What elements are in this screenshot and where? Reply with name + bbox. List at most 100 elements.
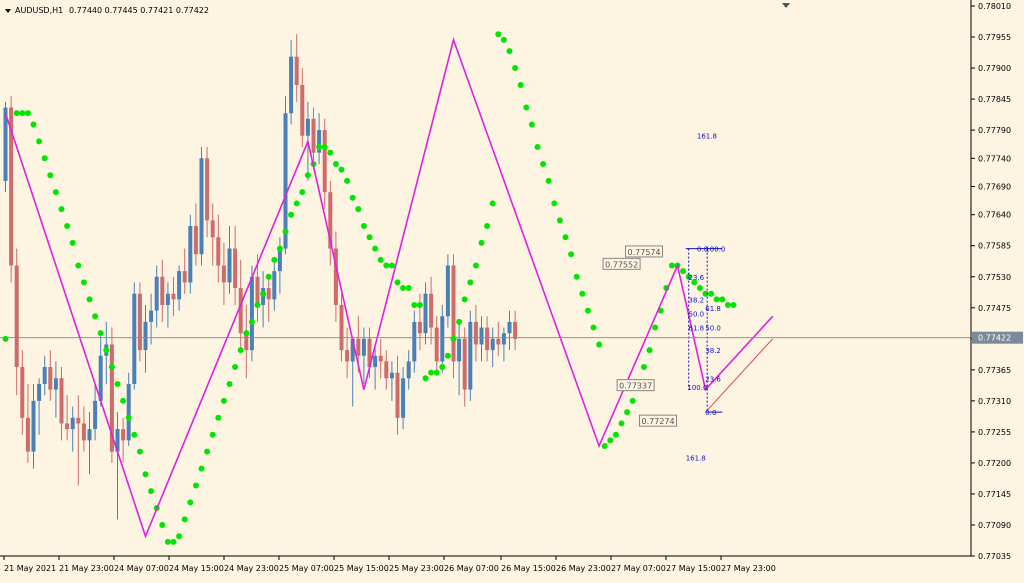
candle-body	[87, 429, 92, 441]
candle-body	[221, 265, 226, 283]
sar-dot	[299, 189, 306, 196]
sar-dot	[450, 335, 457, 342]
sar-dot	[120, 397, 127, 404]
sar-dot	[24, 110, 31, 117]
sar-dot	[41, 155, 48, 162]
sar-dot	[237, 347, 244, 354]
x-tick-label: 27 May 23:00	[721, 564, 776, 573]
candle-body	[462, 338, 467, 390]
sar-dot	[556, 217, 563, 224]
candle-body	[126, 383, 131, 441]
sar-dot	[215, 414, 222, 421]
y-tick-label: 0.77090	[978, 521, 1011, 530]
y-tick-label: 0.77035	[978, 552, 1011, 561]
sar-dot	[640, 364, 647, 371]
sar-dot	[629, 397, 636, 404]
candle-body	[272, 271, 277, 300]
candle-body	[294, 56, 299, 85]
sar-dot	[86, 296, 93, 303]
sar-dot	[568, 251, 575, 258]
candle-body	[339, 304, 344, 351]
sar-dot	[304, 172, 311, 179]
sar-dot	[265, 273, 272, 280]
sar-dot	[612, 431, 619, 438]
y-tick-label: 0.77790	[978, 126, 1011, 135]
fib-level-label: 23.6	[689, 274, 705, 282]
sar-dot	[232, 364, 239, 371]
sar-dot	[472, 262, 479, 269]
sar-dot	[103, 347, 110, 354]
candle-body	[485, 327, 490, 351]
symbol-label: AUDUSD,H1	[15, 6, 63, 15]
y-tick-label: 0.78010	[978, 2, 1011, 11]
candle-body	[20, 367, 25, 418]
y-tick-label: 0.77475	[978, 304, 1011, 313]
sar-dot	[478, 239, 485, 246]
candle-body	[277, 248, 282, 272]
sar-dot	[332, 160, 339, 167]
candle-body	[132, 293, 137, 384]
fib-level-label: 161.8	[697, 133, 717, 141]
current-price-label: 0.77422	[978, 334, 1011, 343]
candle-body	[238, 288, 243, 334]
sar-dot	[204, 448, 211, 455]
candle-body	[356, 338, 361, 356]
sar-dot	[64, 223, 71, 229]
sar-dot	[170, 538, 177, 545]
candle-body	[378, 355, 383, 362]
candle-body	[473, 321, 478, 345]
sar-dot	[282, 228, 289, 235]
sar-dot	[517, 81, 524, 88]
candle-body	[182, 271, 187, 283]
sar-dot	[428, 369, 435, 376]
candle-body	[468, 321, 473, 390]
sar-dot	[159, 521, 166, 528]
sar-dot	[730, 301, 737, 308]
candle-body	[305, 118, 310, 136]
sar-dot	[495, 31, 502, 38]
fib-level-label: 61.8	[705, 305, 721, 313]
y-tick-label: 0.77200	[978, 459, 1011, 468]
ohlc-readout: 0.77440 0.77445 0.77421 0.77422	[69, 6, 209, 15]
candle-body	[457, 338, 462, 362]
sar-dot	[58, 206, 65, 213]
candle-body	[205, 158, 210, 221]
candle-body	[193, 226, 198, 255]
candle-body	[93, 400, 98, 430]
candle-body	[429, 293, 434, 328]
sar-dot	[13, 110, 20, 117]
sar-dot	[338, 166, 345, 173]
x-tick-label: 24 May 07:00	[114, 564, 169, 573]
candle-body	[48, 367, 53, 390]
candle-body	[31, 400, 36, 452]
candle-body	[137, 293, 142, 351]
price-box-label: 0.77337	[619, 382, 652, 391]
sar-dot	[192, 482, 199, 489]
sar-dot	[652, 324, 659, 331]
fib-level-label: 38.2	[705, 347, 721, 355]
x-tick-label: 24 May 15:00	[169, 564, 224, 573]
sar-dot	[327, 149, 334, 156]
fib-level-label: 23.6	[705, 375, 721, 383]
sar-dot	[47, 172, 54, 179]
sar-dot	[248, 318, 255, 325]
y-tick-label: 0.77845	[978, 95, 1011, 104]
sar-dot	[444, 352, 451, 359]
sar-dot	[724, 301, 731, 308]
sar-dot	[114, 380, 121, 387]
chart-svg[interactable]: 0.78010 0.77955 0.77900 0.77845 0.77790 0.777…	[0, 0, 1024, 579]
price-chart[interactable]: 0.78010 0.77955 0.77900 0.77845 0.77790 0.777…	[0, 0, 1024, 579]
sar-dot	[176, 533, 183, 540]
fib-level-label: 50.0	[689, 310, 705, 318]
candle-body	[121, 429, 126, 441]
price-box-label: 0.77274	[642, 417, 675, 426]
fib-level-label: 0.0	[705, 409, 716, 417]
sar-dot	[164, 538, 171, 545]
sar-dot	[467, 279, 474, 286]
candle-body	[255, 276, 260, 305]
sar-dot	[405, 285, 412, 292]
sar-dot	[439, 364, 446, 371]
candle-body	[513, 321, 518, 339]
sar-dot	[484, 223, 491, 229]
sar-dot	[607, 437, 614, 444]
